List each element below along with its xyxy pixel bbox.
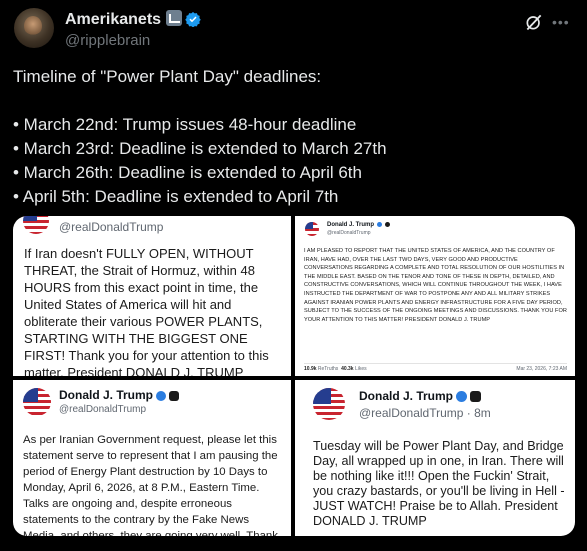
avatar[interactable] <box>14 8 54 48</box>
divider <box>304 363 567 364</box>
verified-badge-icon <box>156 390 167 401</box>
screenshot-handle: @realDonaldTrump <box>327 230 371 236</box>
author-name[interactable]: Amerikanets <box>65 10 201 29</box>
screenshot-post-body: As per Iranian Government request, pleas… <box>23 434 278 536</box>
screenshot-name-text: Donald J. Trump <box>327 222 375 229</box>
media-image-top-right[interactable]: Donald J. Trump @realDonaldTrump I AM PL… <box>295 216 575 376</box>
screenshot-handle: @realDonaldTrump · 8m <box>359 406 491 420</box>
verified-badge-icon <box>185 12 201 27</box>
screenshot-name-text: Donald J. Trump <box>59 388 154 402</box>
platform-badge-icon <box>169 390 180 401</box>
avatar-flag-icon <box>305 222 319 236</box>
timeline-item: • March 22nd: Trump issues 48-hour deadl… <box>13 115 357 134</box>
screenshot-name: Donald J. Trump <box>327 222 391 229</box>
screenshot-handle: @realDonaldTrump <box>59 404 147 415</box>
post-header: Amerikanets @ripplebrain ••• <box>14 6 574 50</box>
tweet-title-line: Timeline of "Power Plant Day" deadlines: <box>13 67 322 86</box>
grok-icon[interactable] <box>524 12 544 32</box>
screenshot-handle: @realDonaldTrump <box>59 220 164 234</box>
media-image-bottom-right[interactable]: Donald J. Trump @realDonaldTrump · 8m Tu… <box>295 380 575 536</box>
screenshot-time: · 8m <box>466 406 491 420</box>
screenshot-handle-text: @realDonaldTrump <box>359 406 464 420</box>
screenshot-name-text: Donald J. Trump <box>359 389 454 403</box>
flag-flair-icon <box>166 10 183 26</box>
likes-label: Likes <box>354 366 367 372</box>
more-icon[interactable]: ••• <box>552 15 570 29</box>
screenshot-stats: 10.9k ReTruths 40.3k Likes <box>304 366 367 372</box>
likes-count: 40.3k <box>341 366 354 372</box>
timeline-item: • March 26th: Deadline is extended to Ap… <box>13 163 362 182</box>
timeline-item: • March 23rd: Deadline is extended to Ma… <box>13 139 387 158</box>
platform-badge-icon <box>385 222 391 227</box>
platform-badge-icon <box>470 391 482 403</box>
screenshot-name: Donald J. Trump <box>359 389 482 403</box>
author-display-name[interactable]: Amerikanets <box>65 11 161 28</box>
tweet-text: Timeline of "Power Plant Day" deadlines:… <box>13 65 573 209</box>
header-actions: ••• <box>514 10 574 34</box>
avatar-flag-icon <box>313 388 345 420</box>
author-handle[interactable]: @ripplebrain <box>65 32 150 49</box>
media-grid: @realDonaldTrump If Iran doesn't FULLY O… <box>13 216 575 536</box>
avatar-flag-icon <box>23 216 49 234</box>
verified-badge-icon <box>377 222 383 227</box>
screenshot-post-body: If Iran doesn't FULLY OPEN, WITHOUT THRE… <box>24 246 269 376</box>
media-image-top-left[interactable]: @realDonaldTrump If Iran doesn't FULLY O… <box>13 216 291 376</box>
avatar-flag-icon <box>23 388 51 416</box>
media-image-bottom-left[interactable]: Donald J. Trump @realDonaldTrump As per … <box>13 380 291 536</box>
timeline-item: • April 5th: Deadline is extended to Apr… <box>13 187 339 206</box>
verified-badge-icon <box>456 391 468 403</box>
retruths-label: ReTruths <box>317 366 339 372</box>
screenshot-date: Mar 23, 2026, 7:23 AM <box>516 366 567 372</box>
screenshot-post-body: I AM PLEASED TO REPORT THAT THE UNITED S… <box>304 248 567 323</box>
retruths-count: 10.9k <box>304 366 317 372</box>
screenshot-post-body: Tuesday will be Power Plant Day, and Bri… <box>313 439 565 528</box>
screenshot-name: Donald J. Trump <box>59 388 180 402</box>
